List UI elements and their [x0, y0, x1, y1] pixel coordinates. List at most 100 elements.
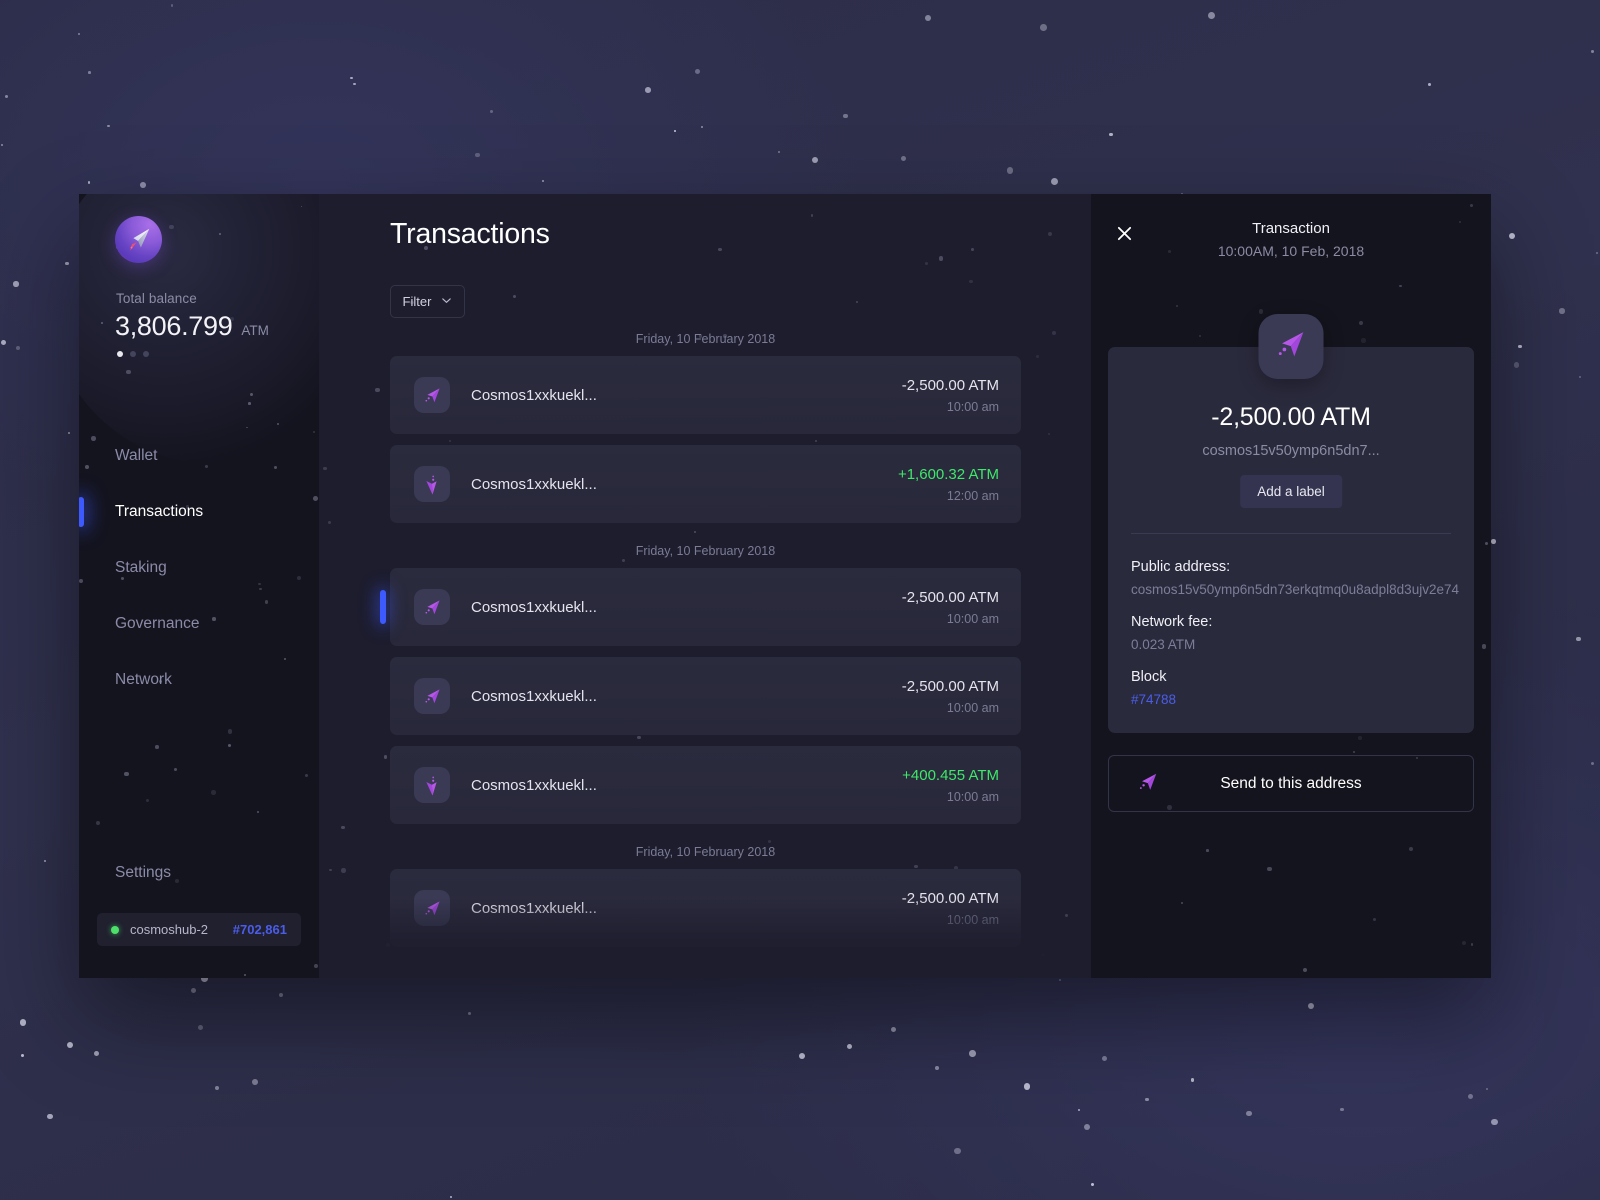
star: [1427, 82, 1431, 86]
star: [846, 1043, 852, 1050]
transaction-list: Friday, 10 February 2018 Cosmos1xxkuekl..…: [380, 322, 1021, 978]
sidebar-item-governance[interactable]: Governance: [79, 596, 319, 652]
paper-plane-logo-icon: [124, 225, 154, 255]
star: [1206, 849, 1209, 852]
transaction-row[interactable]: Cosmos1xxkuekl... +1,600.32 ATM 12:00 am: [390, 445, 1021, 523]
star: [695, 68, 700, 74]
transaction-row[interactable]: Cosmos1xxkuekl... -2,500.00 ATM 10:00 am: [390, 869, 1021, 947]
star: [778, 151, 781, 154]
transaction-date-header: Friday, 10 February 2018: [635, 544, 776, 558]
star: [146, 799, 149, 803]
star: [1491, 539, 1496, 545]
star: [333, 976, 338, 978]
star: [1058, 978, 1061, 981]
send-to-this-address-button[interactable]: Send to this address: [1108, 755, 1474, 812]
sidebar-item-wallet[interactable]: Wallet: [79, 428, 319, 484]
sidebar: Total balance 3,806.799 ATM Wallet Transa…: [79, 194, 319, 978]
star: [1302, 967, 1307, 972]
star: [1208, 11, 1216, 19]
star: [1040, 24, 1047, 31]
send-icon: [1275, 328, 1308, 366]
star: [1267, 867, 1272, 872]
transaction-address: Cosmos1xxkuekl...: [471, 776, 597, 794]
transaction-time: 12:00 am: [946, 488, 999, 503]
star: [0, 339, 6, 345]
star: [278, 993, 283, 998]
star: [1065, 913, 1068, 917]
star: [855, 301, 858, 304]
transaction-amount: +400.455 ATM: [902, 766, 999, 784]
detail-field-block: Block #74788: [1131, 669, 1176, 707]
transaction-meta: +1,600.32 ATM 12:00 am: [898, 466, 999, 503]
transaction-row[interactable]: Cosmos1xxkuekl... -2,500.00 ATM 10:00 am: [380, 568, 1021, 646]
transaction-row[interactable]: Cosmos1xxkuekl... +400.455 ATM 10:00 am: [390, 746, 1021, 824]
carousel-dot[interactable]: [117, 351, 123, 357]
star: [1084, 1123, 1091, 1130]
row-selected-indicator: [380, 590, 386, 624]
star: [87, 181, 91, 185]
detail-timestamp: 10:00AM, 10 Feb, 2018: [1217, 243, 1365, 259]
star: [1006, 167, 1014, 174]
star: [140, 182, 147, 188]
star: [67, 431, 70, 434]
chain-name: cosmoshub-2: [130, 922, 209, 937]
transaction-row[interactable]: Cosmos1xxkuekl... -2,500.00 ATM 10:00 am: [390, 356, 1021, 434]
sidebar-item-label: Network: [115, 671, 172, 688]
carousel-dot[interactable]: [143, 351, 149, 357]
total-balance-value: 3,806.799: [115, 311, 233, 341]
star: [174, 767, 178, 771]
filter-button-label: Filter: [402, 294, 432, 309]
detail-field-public-address: Public address: cosmos15v50ymp6n5dn73erk…: [1131, 559, 1459, 597]
star: [323, 466, 327, 471]
transaction-meta: -2,500.00 ATM 10:00 am: [902, 890, 999, 927]
star: [1467, 1094, 1473, 1100]
detail-field-network-fee: Network fee: 0.023 ATM: [1131, 614, 1212, 652]
transaction-date-header: Friday, 10 February 2018: [635, 845, 776, 859]
chevron-down-icon: [441, 294, 452, 309]
field-label: Network fee:: [1131, 614, 1213, 630]
star: [169, 224, 174, 230]
star: [1486, 1088, 1489, 1091]
detail-card: -2,500.00 ATM cosmos15v50ymp6n5dn7... Ad…: [1108, 314, 1474, 733]
star: [1491, 1118, 1498, 1126]
star: [123, 771, 129, 777]
star: [1308, 1003, 1315, 1010]
transaction-address: Cosmos1xxkuekl...: [471, 386, 597, 404]
star: [1077, 1108, 1081, 1111]
chain-block-height: #702,861: [232, 922, 287, 937]
star: [4, 94, 9, 99]
star: [970, 247, 975, 252]
star: [1090, 1182, 1094, 1186]
star: [77, 32, 80, 35]
chain-status-pill[interactable]: cosmoshub-2 #702,861: [97, 913, 301, 946]
sidebar-item-transactions[interactable]: Transactions: [79, 484, 319, 540]
total-balance-unit: ATM: [241, 323, 269, 338]
star: [256, 810, 260, 814]
sidebar-item-settings[interactable]: Settings: [79, 864, 319, 882]
star: [1470, 203, 1474, 208]
sidebar-item-network[interactable]: Network: [79, 652, 319, 708]
star: [1180, 902, 1183, 905]
detail-title: Transaction: [1252, 220, 1330, 237]
balance-carousel-dots[interactable]: [117, 351, 149, 357]
transaction-row[interactable]: Cosmos1xxkuekl... -2,500.00 ATM 10:00 am: [390, 657, 1021, 735]
star: [954, 1147, 961, 1155]
star: [1258, 309, 1264, 314]
carousel-dot[interactable]: [130, 351, 136, 357]
block-link[interactable]: #74788: [1131, 692, 1176, 707]
star: [1590, 49, 1595, 54]
transaction-time: 10:00 am: [946, 700, 999, 715]
star: [812, 157, 819, 164]
star: [969, 279, 973, 284]
star: [155, 745, 159, 749]
star: [1484, 542, 1488, 546]
transaction-detail-panel: Transaction 10:00AM, 10 Feb, 2018 -2,500…: [1091, 194, 1491, 978]
star: [300, 205, 303, 208]
add-label-button[interactable]: Add a label: [1240, 475, 1342, 508]
filter-button[interactable]: Filter: [390, 285, 465, 318]
star: [890, 1026, 896, 1032]
star: [645, 87, 651, 93]
star: [211, 790, 216, 795]
star: [490, 110, 494, 114]
sidebar-item-staking[interactable]: Staking: [79, 540, 319, 596]
